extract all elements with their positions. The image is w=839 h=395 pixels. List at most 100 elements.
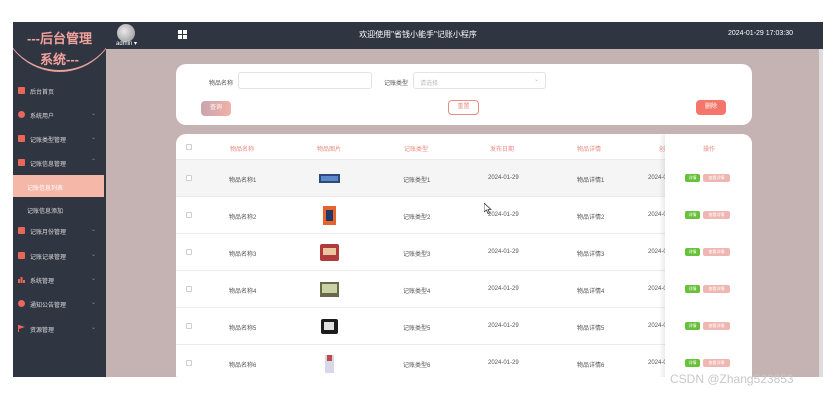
item-created: 2024-0 — [648, 286, 667, 292]
sidebar-subitem-info-add[interactable]: 记账信息添加 — [13, 198, 106, 220]
item-date: 2024-01-29 — [488, 323, 519, 329]
item-detail: 物品详情6 — [577, 363, 605, 369]
chevron-down-icon: ⌄ — [533, 77, 539, 83]
sidebar-item-notice[interactable]: 通知公告管理 ⌄ — [13, 292, 106, 316]
item-detail: 物品详情1 — [577, 178, 605, 184]
name-input[interactable] — [238, 72, 372, 89]
sidebar-subitem-info-list[interactable]: 记账信息列表 — [13, 175, 104, 197]
sidebar-item-label: 系统用户 — [30, 114, 55, 120]
item-name: 物品名称5 — [229, 326, 257, 332]
checkbox-icon — [18, 135, 25, 142]
chevron-down-icon: ⌄ — [90, 325, 96, 331]
chevron-down-icon: ⌄ — [90, 227, 96, 233]
app-window: admin ▾ 欢迎使用"省钱小能手"记账小程序 2024-01-29 17:0… — [13, 22, 823, 377]
user-icon — [18, 111, 25, 118]
product-image — [325, 355, 334, 373]
item-date: 2024-01-29 — [488, 286, 519, 292]
scrollbar[interactable] — [819, 49, 823, 377]
row-checkbox[interactable] — [186, 175, 192, 181]
column-header: 记账类型 — [404, 147, 429, 153]
brand-title: ---后台管理 — [27, 31, 92, 46]
detail-button[interactable]: 详情 — [685, 285, 700, 293]
product-image — [321, 319, 338, 334]
watermark-text: CSDN @Zhang523853 — [670, 372, 794, 386]
product-image — [320, 244, 339, 261]
view-button[interactable]: 查看详情 — [703, 248, 730, 256]
checkbox-icon — [18, 159, 25, 166]
column-header: 物品名称 — [230, 147, 255, 153]
sidebar-item-label: 记账类型管理 — [30, 138, 67, 144]
item-name: 物品名称4 — [229, 289, 257, 295]
detail-button[interactable]: 详情 — [685, 174, 700, 182]
row-checkbox[interactable] — [186, 249, 192, 255]
detail-button[interactable]: 详情 — [685, 211, 700, 219]
product-image — [320, 282, 339, 297]
sidebar-item-label: 通知公告管理 — [30, 303, 67, 309]
reset-button[interactable]: 重置 — [448, 100, 479, 115]
type-select[interactable]: 请选择 ⌄ — [413, 72, 546, 89]
view-button[interactable]: 查看详情 — [703, 285, 730, 293]
query-button[interactable]: 查询 — [201, 101, 231, 116]
view-button[interactable]: 查看详情 — [703, 211, 730, 219]
select-all-checkbox[interactable] — [186, 144, 192, 150]
sidebar-item-month-manage[interactable]: 记账月份管理 ⌄ — [13, 219, 106, 243]
sidebar-item-info-manage[interactable]: 记账信息管理 ⌃ — [13, 151, 106, 175]
row-checkbox[interactable] — [186, 286, 192, 292]
item-type: 记账类型5 — [403, 326, 431, 332]
name-label: 物品名称 — [209, 81, 234, 87]
item-date: 2024-01-29 — [488, 360, 519, 366]
item-date: 2024-01-29 — [488, 249, 519, 255]
item-created: 2024-0 — [648, 360, 667, 366]
sidebar-item-label: 系统管理 — [30, 279, 55, 285]
item-type: 记账类型2 — [403, 215, 431, 221]
brand-title-line2: 系统--- — [40, 52, 79, 67]
row-checkbox[interactable] — [186, 212, 192, 218]
mouse-cursor-icon — [484, 203, 492, 214]
sidebar: ---后台管理 系统--- 后台首页 系统用户 ⌄ 记账类型管理 ⌄ 记账信息管… — [13, 22, 106, 377]
sidebar-subitem-label: 记账信息添加 — [27, 209, 64, 215]
product-image — [323, 206, 336, 225]
item-detail: 物品详情3 — [577, 252, 605, 258]
search-panel: 物品名称 记账类型 请选择 ⌄ 查询 重置 删除 — [176, 64, 752, 125]
type-select-placeholder: 请选择 — [420, 81, 439, 87]
sidebar-item-system[interactable]: 系统管理 ⌄ — [13, 268, 106, 292]
item-type: 记账类型6 — [403, 363, 431, 369]
item-name: 物品名称1 — [229, 178, 257, 184]
item-detail: 物品详情4 — [577, 289, 605, 295]
data-table: 物品名称 物品图片 记账类型 发布日期 物品详情 创 物品名称1 记账类型1 2… — [176, 134, 752, 377]
row-checkbox[interactable] — [186, 323, 192, 329]
column-header: 操作 — [703, 147, 716, 153]
monitor-icon — [18, 87, 25, 94]
product-image — [319, 174, 340, 183]
delete-button[interactable]: 删除 — [696, 100, 726, 115]
detail-button[interactable]: 详情 — [685, 248, 700, 256]
view-button[interactable]: 查看详情 — [703, 322, 730, 330]
detail-button[interactable]: 详情 — [685, 359, 700, 367]
item-created: 2024-0 — [648, 249, 667, 255]
column-header: 发布日期 — [490, 147, 515, 153]
checkbox-icon — [18, 252, 25, 259]
view-button[interactable]: 查看详情 — [703, 359, 730, 367]
row-checkbox[interactable] — [186, 360, 192, 366]
sidebar-item-home[interactable]: 后台首页 — [13, 79, 106, 103]
chevron-down-icon: ⌄ — [90, 252, 96, 258]
item-created: 2024-0 — [648, 175, 667, 181]
sidebar-item-label: 记账信息管理 — [30, 162, 67, 168]
item-date: 2024-01-29 — [488, 212, 519, 218]
sidebar-item-label: 后台首页 — [30, 90, 55, 96]
item-date: 2024-01-29 — [488, 175, 519, 181]
item-name: 物品名称3 — [229, 252, 257, 258]
item-type: 记账类型1 — [403, 178, 431, 184]
sidebar-item-type-manage[interactable]: 记账类型管理 ⌄ — [13, 127, 106, 151]
user-menu[interactable]: admin ▾ — [116, 40, 137, 47]
item-name: 物品名称6 — [229, 363, 257, 369]
item-created: 2024-0 — [648, 212, 667, 218]
detail-button[interactable]: 详情 — [685, 322, 700, 330]
sidebar-item-record-manage[interactable]: 记账记录管理 ⌄ — [13, 244, 106, 268]
sidebar-item-resource[interactable]: 资源管理 ⌄ — [13, 317, 106, 341]
view-button[interactable]: 查看详情 — [703, 174, 730, 182]
chevron-down-icon: ⌄ — [90, 111, 96, 117]
sidebar-item-label: 资源管理 — [30, 328, 55, 334]
item-detail: 物品详情5 — [577, 326, 605, 332]
sidebar-item-users[interactable]: 系统用户 ⌄ — [13, 103, 106, 127]
